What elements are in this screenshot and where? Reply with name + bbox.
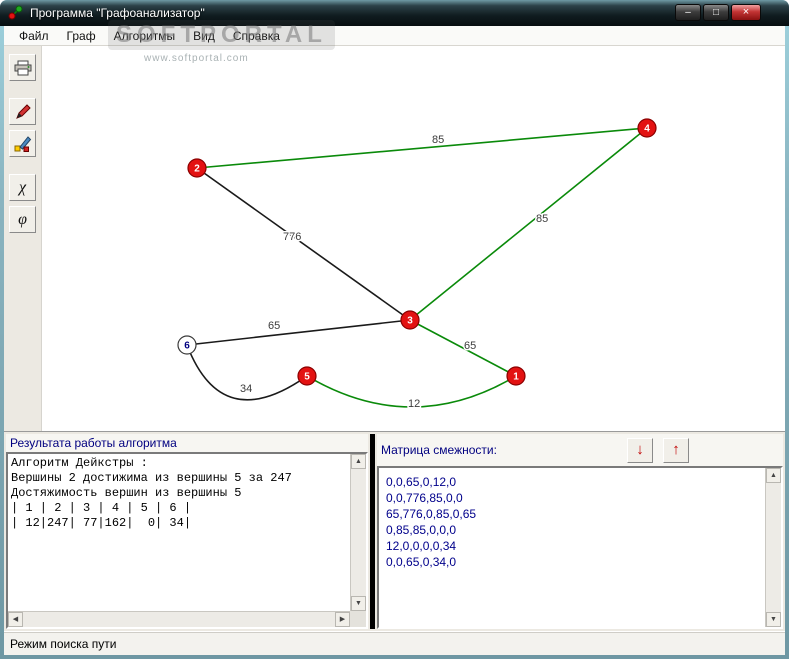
scroll-right-icon[interactable]: ▶	[335, 612, 350, 627]
matrix-panel-title: Матрица смежности:	[381, 443, 497, 457]
results-line: | 12|247| 77|162| 0| 34|	[11, 516, 192, 530]
graph-edge[interactable]	[409, 127, 648, 321]
menu-graph[interactable]: Граф	[58, 27, 105, 45]
red-down-arrow-icon: ↓	[636, 440, 644, 458]
results-panel: Результата работы алгоритма Алгоритм Дей…	[6, 434, 368, 629]
results-output[interactable]: Алгоритм Дейкстры : Вершины 2 достижима …	[6, 452, 368, 629]
edge-weight-label: 776	[283, 231, 301, 243]
matrix-apply-button[interactable]: ↑	[662, 437, 689, 463]
matrix-row: 0,0,776,85,0,0	[386, 491, 463, 505]
graph-edge[interactable]	[196, 127, 648, 169]
phi-button[interactable]: φ	[9, 206, 36, 233]
bottom-panels: Результата работы алгоритма Алгоритм Дей…	[4, 431, 785, 631]
minimize-button[interactable]: –	[675, 4, 701, 21]
window-controls: – □ ×	[675, 4, 761, 21]
results-line: | 1 | 2 | 3 | 4 | 5 | 6 |	[11, 501, 192, 515]
menu-algorithms[interactable]: Алгоритмы	[105, 27, 185, 45]
graph-edge[interactable]	[186, 319, 411, 346]
scroll-down-icon[interactable]: ▼	[766, 612, 781, 627]
titlebar: Программа "Графоанализатор" – □ ×	[0, 0, 789, 26]
edge-weight-label: 85	[432, 134, 444, 146]
menu-view[interactable]: Вид	[184, 27, 224, 45]
window-content: Файл Граф Алгоритмы Вид Справка χ φ 85 8…	[4, 26, 785, 655]
chi-icon: χ	[18, 178, 27, 196]
scrollbar-corner	[350, 611, 366, 627]
app-window: Программа "Графоанализатор" – □ × Файл Г…	[0, 0, 789, 659]
adjacency-matrix-output[interactable]: 0,0,65,0,12,0 0,0,776,85,0,0 65,776,0,85…	[377, 466, 783, 629]
vertex-number-label: 5	[304, 372, 310, 383]
edge-weight-label: 65	[464, 340, 476, 352]
menu-help[interactable]: Справка	[224, 27, 289, 45]
status-text: Режим поиска пути	[10, 636, 117, 651]
app-icon[interactable]	[8, 5, 24, 21]
menubar: Файл Граф Алгоритмы Вид Справка	[4, 26, 785, 46]
vertex-number-label: 1	[513, 372, 519, 383]
matrix-load-button[interactable]: ↓	[626, 437, 653, 463]
menu-file[interactable]: Файл	[10, 27, 58, 45]
results-vertical-scrollbar[interactable]: ▲ ▼	[350, 454, 366, 611]
pen-icon	[15, 103, 31, 119]
graph-svg[interactable]: 858577665653412123456	[42, 46, 785, 431]
matrix-text: 0,0,65,0,12,0 0,0,776,85,0,0 65,776,0,85…	[379, 468, 781, 574]
graph-canvas[interactable]: 85 85 776 65 65 34 12 1 2 3 4 5 6	[41, 46, 785, 431]
scroll-up-icon[interactable]: ▲	[351, 454, 366, 469]
edge-weight-label: 85	[536, 213, 548, 225]
panel-divider	[370, 434, 375, 629]
main-area: χ φ 85 85 776 65 65 34 12 1 2 3 4 5 6	[4, 46, 785, 431]
edge-weight-label: 65	[268, 320, 280, 332]
matrix-row: 0,0,65,0,12,0	[386, 475, 457, 489]
close-button[interactable]: ×	[731, 4, 761, 21]
vertex-number-label: 3	[407, 316, 413, 327]
matrix-row: 0,85,85,0,0,0	[386, 523, 457, 537]
draw-edge-button[interactable]	[9, 98, 36, 125]
matrix-row: 65,776,0,85,0,65	[386, 507, 477, 521]
results-horizontal-scrollbar[interactable]: ◀ ▶	[8, 611, 350, 627]
edge-weight-label: 12	[408, 398, 420, 410]
chi-button[interactable]: χ	[9, 174, 36, 201]
matrix-header: Матрица смежности: ↓ ↑	[377, 434, 783, 466]
results-line: Достяжимость вершин из вершины 5	[11, 486, 242, 500]
window-title: Программа "Графоанализатор"	[30, 6, 205, 20]
vertex-number-label: 4	[644, 124, 650, 135]
results-panel-title: Результата работы алгоритма	[6, 434, 368, 452]
graph-edge[interactable]	[196, 167, 411, 321]
status-bar: Режим поиска пути	[4, 631, 785, 655]
results-line: Алгоритм Дейкстры :	[11, 456, 148, 470]
red-up-arrow-icon: ↑	[672, 440, 680, 458]
vertex-number-label: 2	[194, 164, 200, 175]
palette-icon	[14, 135, 31, 152]
print-button[interactable]	[9, 54, 36, 81]
matrix-row: 12,0,0,0,0,34	[386, 539, 457, 553]
results-text: Алгоритм Дейкстры : Вершины 2 достижима …	[8, 454, 366, 549]
graph-edge[interactable]	[409, 319, 517, 377]
toolbar: χ φ	[4, 46, 41, 431]
printer-icon	[14, 60, 31, 75]
edge-weight-label: 34	[240, 383, 252, 395]
matrix-panel: Матрица смежности: ↓ ↑ 0,0,65,0,12,0 0,0…	[377, 434, 783, 629]
color-button[interactable]	[9, 130, 36, 157]
scroll-up-icon[interactable]: ▲	[766, 468, 781, 483]
scroll-left-icon[interactable]: ◀	[8, 612, 23, 627]
matrix-vertical-scrollbar[interactable]: ▲ ▼	[765, 468, 781, 627]
phi-icon: φ	[18, 210, 27, 228]
matrix-row: 0,0,65,0,34,0	[386, 555, 457, 569]
scroll-down-icon[interactable]: ▼	[351, 596, 366, 611]
results-line: Вершины 2 достижима из вершины 5 за 247	[11, 471, 292, 485]
maximize-button[interactable]: □	[703, 4, 729, 21]
vertex-number-label: 6	[184, 341, 190, 352]
